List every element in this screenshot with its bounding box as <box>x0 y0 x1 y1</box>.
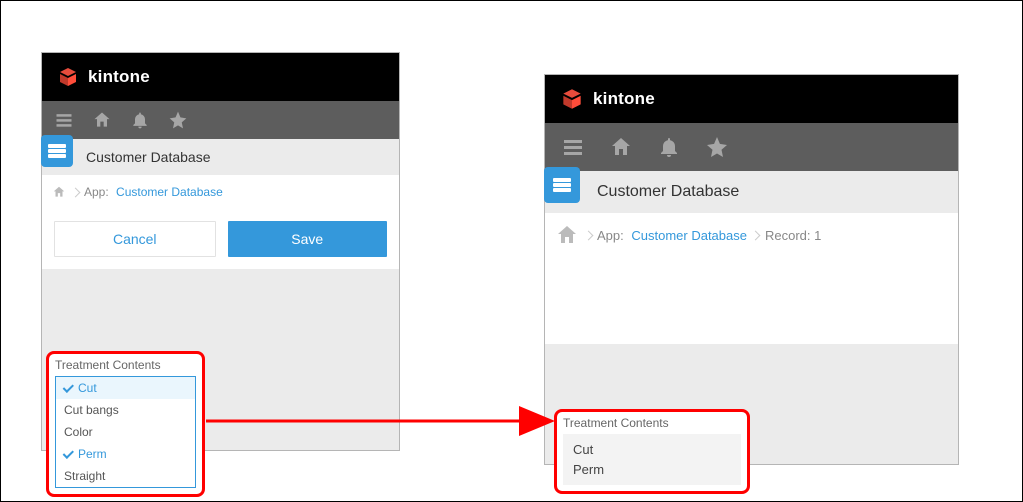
treatment-contents-edit: Treatment Contents Cut Cut bangs Color Perm… <box>46 351 205 497</box>
menu-icon[interactable] <box>561 135 585 159</box>
kintone-logo-icon <box>56 65 80 89</box>
option[interactable]: Perm <box>56 443 195 465</box>
bell-icon[interactable] <box>130 110 150 130</box>
option[interactable]: Cut <box>56 377 195 399</box>
outer-frame: kintone Customer Database <box>0 0 1023 502</box>
option-label: Cut bangs <box>64 403 119 417</box>
treatment-contents-view: Treatment Contents CutPerm <box>554 409 750 494</box>
option[interactable]: Color <box>56 421 195 443</box>
option-label: Straight <box>64 469 105 483</box>
option-label: Perm <box>78 447 107 461</box>
breadcrumb: App: Customer Database <box>42 175 399 209</box>
nav-bar <box>42 101 399 139</box>
option-label: Cut <box>78 381 97 395</box>
option-label: Color <box>64 425 93 439</box>
breadcrumb-app-label: App: <box>597 228 627 243</box>
breadcrumb: App: Customer Database Record: 1 <box>545 213 958 257</box>
cancel-button[interactable]: Cancel <box>54 221 216 257</box>
chevron-right-icon <box>751 225 761 245</box>
title-row: Customer Database <box>42 139 399 175</box>
kintone-logo-icon <box>559 86 585 112</box>
field-value: CutPerm <box>563 434 741 485</box>
brand-bar: kintone <box>545 75 958 123</box>
bell-icon[interactable] <box>657 135 681 159</box>
check-icon <box>64 383 74 393</box>
chevron-right-icon <box>70 182 80 202</box>
menu-icon[interactable] <box>54 110 74 130</box>
star-icon[interactable] <box>168 110 188 130</box>
breadcrumb-record: Record: 1 <box>765 228 821 243</box>
breadcrumb-app-label: App: <box>84 185 112 199</box>
title-row: Customer Database <box>545 171 958 213</box>
brand-text: kintone <box>593 89 655 109</box>
home-icon[interactable] <box>92 110 112 130</box>
field-label: Treatment Contents <box>55 358 196 372</box>
save-button[interactable]: Save <box>228 221 388 257</box>
page-title: Customer Database <box>597 183 739 201</box>
option[interactable]: Straight <box>56 465 195 487</box>
brand-bar: kintone <box>42 53 399 101</box>
breadcrumb-home-icon[interactable] <box>555 223 579 247</box>
home-icon[interactable] <box>609 135 633 159</box>
page-title: Customer Database <box>86 149 211 165</box>
option[interactable]: Cut bangs <box>56 399 195 421</box>
nav-bar <box>545 123 958 171</box>
check-icon <box>64 449 74 459</box>
app-list-icon[interactable] <box>544 167 580 203</box>
star-icon[interactable] <box>705 135 729 159</box>
value-item: Cut <box>573 440 731 460</box>
content-area <box>545 257 958 344</box>
breadcrumb-app-link[interactable]: Customer Database <box>116 185 223 199</box>
value-item: Perm <box>573 460 731 480</box>
chevron-right-icon <box>583 225 593 245</box>
breadcrumb-app-link[interactable]: Customer Database <box>631 228 747 243</box>
multi-select[interactable]: Cut Cut bangs Color Perm Straight <box>55 376 196 488</box>
field-label: Treatment Contents <box>563 416 741 430</box>
button-row: Cancel Save <box>42 209 399 269</box>
breadcrumb-home-icon[interactable] <box>52 185 66 199</box>
app-list-icon[interactable] <box>41 135 73 167</box>
device-right: kintone Customer Database <box>544 74 959 465</box>
brand-text: kintone <box>88 67 150 87</box>
